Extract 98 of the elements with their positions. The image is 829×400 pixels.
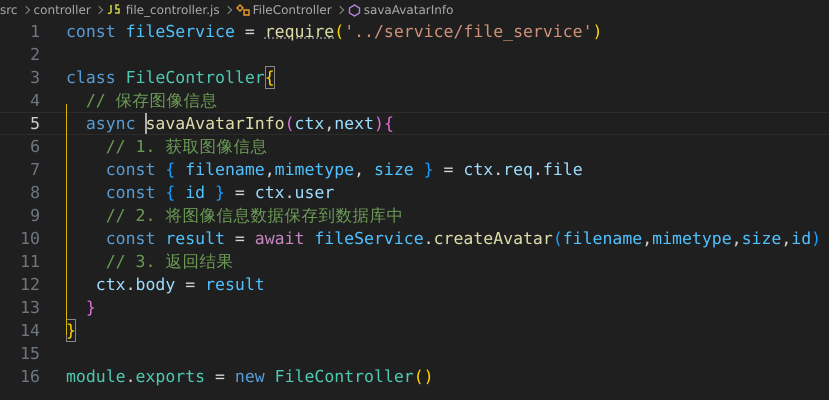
- breadcrumb-item[interactable]: src: [0, 3, 18, 17]
- code-token: ,: [324, 113, 334, 134]
- code-token: .: [284, 182, 295, 204]
- breadcrumb-item[interactable]: savaAvatarInfo: [364, 3, 454, 17]
- code-token: req: [503, 159, 533, 181]
- code-comment: // 2. 将图像信息数据保存到数据库中: [104, 205, 404, 227]
- code-token: ctx: [463, 159, 494, 181]
- code-token: FileController: [274, 366, 414, 388]
- code-token: ctx: [254, 182, 285, 204]
- code-token: {: [384, 113, 394, 134]
- code-token: const: [104, 159, 156, 181]
- code-token: FileController: [126, 67, 265, 89]
- line-number: 11: [19, 251, 40, 273]
- line-number: 16: [19, 366, 40, 388]
- code-token: exports: [136, 366, 206, 388]
- code-comment: // 保存图像信息: [84, 90, 218, 112]
- code-token: .: [532, 159, 543, 181]
- code-token: (: [552, 228, 563, 250]
- code-token: (): [414, 366, 434, 388]
- code-token: (: [284, 113, 294, 134]
- line-number: 6: [29, 136, 40, 158]
- code-token: require: [264, 21, 334, 43]
- line-number: 15: [19, 343, 40, 365]
- code-token: class: [66, 67, 117, 89]
- code-token: =: [214, 366, 226, 388]
- code-token: .: [493, 159, 504, 181]
- code-token: const: [66, 21, 117, 43]
- breadcrumb-item[interactable]: controller: [34, 3, 91, 17]
- code-token: {: [165, 159, 176, 181]
- class-icon: [236, 4, 250, 16]
- line-number: 13: [19, 297, 40, 319]
- code-token: ): [811, 228, 822, 250]
- code-token: ,: [642, 228, 652, 250]
- line-number: 3: [29, 67, 40, 89]
- code-token: async: [84, 113, 137, 134]
- code-token: =: [442, 159, 454, 181]
- code-token: result: [165, 228, 225, 250]
- code-token: =: [244, 21, 256, 43]
- code-token: '../service/file_service': [344, 21, 593, 43]
- code-token: createAvatar: [434, 228, 553, 250]
- code-token: ): [374, 113, 384, 134]
- breadcrumb-item[interactable]: file_controller.js: [126, 3, 220, 17]
- code-token: savaAvatarInfo: [145, 113, 285, 134]
- code-token: ctx: [294, 113, 324, 134]
- line-number: 5: [29, 113, 40, 134]
- code-token: size: [742, 228, 782, 250]
- code-comment: // 1. 获取图像信息: [104, 136, 268, 158]
- code-token: =: [184, 274, 196, 296]
- line-number: 2: [29, 44, 40, 66]
- code-token: id: [185, 182, 206, 204]
- code-token: ,: [264, 159, 275, 181]
- code-token: }: [215, 182, 225, 204]
- code-token: const: [104, 182, 156, 204]
- code-comment: // 3. 返回结果: [104, 251, 234, 273]
- line-number: 1: [29, 21, 40, 43]
- code-token: ,: [354, 159, 366, 181]
- line-number: 9: [29, 205, 40, 227]
- line-number: 12: [19, 274, 40, 296]
- method-icon: [348, 4, 361, 16]
- code-token: await: [254, 228, 306, 250]
- javascript-file-icon: [106, 4, 123, 16]
- code-token: {: [264, 66, 275, 89]
- code-token: }: [84, 297, 96, 319]
- code-token: .: [126, 366, 136, 388]
- code-token: next: [334, 113, 374, 134]
- code-token: result: [205, 274, 265, 296]
- line-number: 10: [19, 228, 40, 250]
- code-token: module: [66, 366, 126, 388]
- code-token: =: [234, 228, 246, 250]
- code-token: const: [104, 228, 156, 250]
- code-token: ,: [781, 228, 792, 250]
- code-token: id: [791, 228, 812, 250]
- code-token: }: [66, 319, 76, 342]
- code-token: filename: [185, 159, 265, 181]
- code-token: =: [234, 182, 246, 204]
- code-token: size: [374, 159, 415, 181]
- code-token: ctx: [94, 274, 126, 296]
- code-token: new: [234, 366, 266, 388]
- code-token: user: [294, 182, 334, 204]
- code-token: fileService: [126, 21, 235, 43]
- code-token: .: [424, 228, 434, 250]
- code-token: fileService: [314, 228, 424, 250]
- line-number: 8: [29, 182, 40, 204]
- code-token: file: [542, 159, 583, 181]
- code-token: .: [126, 274, 136, 296]
- code-token: (: [334, 21, 344, 43]
- code-token: }: [424, 159, 434, 181]
- line-number: 7: [29, 159, 40, 181]
- code-token: ,: [732, 228, 742, 250]
- line-number: 14: [19, 320, 40, 342]
- code-token: ): [592, 21, 602, 43]
- code-token: body: [136, 274, 176, 296]
- code-token: mimetype: [274, 159, 354, 181]
- code-token: filename: [562, 228, 642, 250]
- code-token: mimetype: [652, 228, 732, 250]
- code-token: {: [165, 182, 176, 204]
- breadcrumb-item[interactable]: FileController: [252, 3, 332, 17]
- line-number: 4: [29, 90, 40, 112]
